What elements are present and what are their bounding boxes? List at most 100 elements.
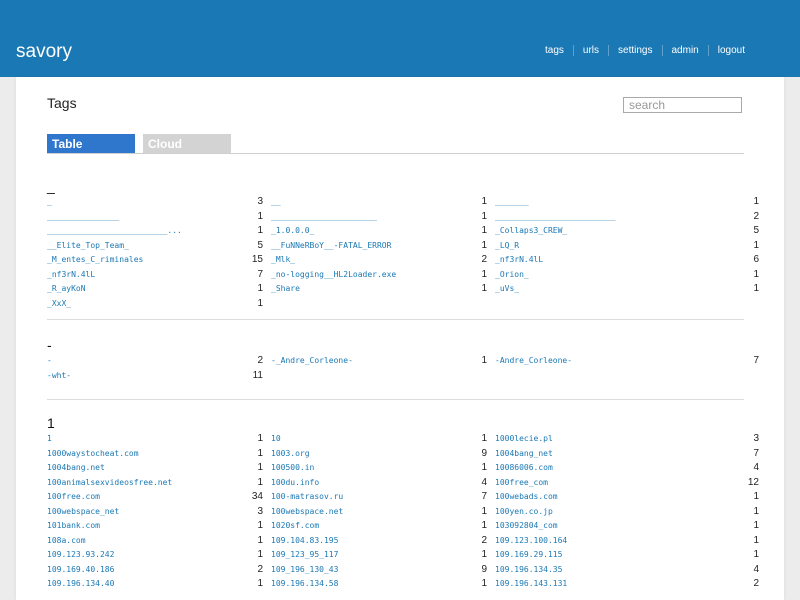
- tag-count: 1: [481, 578, 487, 589]
- tag-link[interactable]: 1004bang_net: [495, 447, 553, 462]
- tag-count: 1: [753, 196, 759, 207]
- tag-link[interactable]: _________________________...: [47, 224, 182, 239]
- tag-link[interactable]: 100webads.com: [495, 490, 558, 505]
- table-row: 109.196.134.40 1 109.196.134.58 1 109.196.14…: [47, 577, 759, 592]
- tag-link[interactable]: _Collaps3_CREW_: [495, 224, 567, 239]
- tag-link[interactable]: ______________________: [271, 210, 377, 225]
- table-row: 100animalsexvideosfree.net 1 100du.info 4 10…: [47, 476, 759, 491]
- tag-link[interactable]: __Elite_Top_Team_: [47, 239, 129, 254]
- tag-link[interactable]: __: [271, 195, 281, 210]
- tag-link[interactable]: _Mlk_: [271, 253, 295, 268]
- tag-link[interactable]: _LQ_R: [495, 239, 519, 254]
- tag-link[interactable]: _Share: [271, 282, 300, 297]
- tag-link[interactable]: -: [47, 354, 52, 369]
- tag-link[interactable]: _XxX_: [47, 297, 71, 312]
- tag-link[interactable]: 109.196.134.35: [495, 563, 562, 578]
- tag-link[interactable]: -Andre_Corleone-: [495, 354, 572, 369]
- tag-link[interactable]: 103092804_com: [495, 519, 558, 534]
- tag-link[interactable]: _1.0.0.0_: [271, 224, 314, 239]
- tag-link[interactable]: _Orion_: [495, 268, 529, 283]
- tag-link[interactable]: 100du.info: [271, 476, 319, 491]
- tag-link[interactable]: -wht-: [47, 369, 71, 384]
- tag-count: 1: [257, 534, 263, 546]
- tag-count: 7: [753, 447, 759, 459]
- tag-link[interactable]: _________________________: [495, 210, 615, 225]
- table-row: -wht- 11: [47, 369, 744, 384]
- tag-count: 5: [753, 225, 759, 236]
- tag-link[interactable]: 10086006.com: [495, 461, 553, 476]
- table-row: _ 3 __ 1 _______ 1: [47, 195, 759, 210]
- tag-link[interactable]: 100webspace.net: [271, 505, 343, 520]
- main-nav: tags urls settings admin logout: [536, 45, 754, 56]
- tag-link[interactable]: 1004bang.net: [47, 461, 105, 476]
- tag-link[interactable]: 100-matrasov.ru: [271, 490, 343, 505]
- nav-logout[interactable]: logout: [707, 45, 754, 56]
- brand-logo[interactable]: savory: [16, 41, 72, 63]
- tag-link[interactable]: 109.169.40.186: [47, 563, 114, 578]
- tag-group: _ _ 3 __ 1 _______ 1 _______________ 1 __________…: [47, 177, 759, 312]
- tabs-divider: [47, 153, 744, 154]
- tag-count: 2: [481, 254, 487, 265]
- tag-link[interactable]: 1000waystocheat.com: [47, 447, 139, 462]
- tag-count: 1: [481, 283, 487, 294]
- tag-link[interactable]: 108a.com: [47, 534, 86, 549]
- tag-link[interactable]: 109.169.29.115: [495, 548, 562, 563]
- search-input[interactable]: [623, 97, 742, 113]
- tag-link[interactable]: _no-logging__HL2Loader.exe: [271, 268, 396, 283]
- tab-table[interactable]: Table: [47, 134, 135, 153]
- tag-link[interactable]: _R_ayKoN: [47, 282, 86, 297]
- tag-link[interactable]: _uVs_: [495, 282, 519, 297]
- tag-link[interactable]: __FuNNeRBoY__-FATAL_ERROR: [271, 239, 391, 254]
- table-row: _______________ 1 ______________________ 1 _…: [47, 210, 759, 225]
- nav-settings[interactable]: settings: [608, 45, 661, 56]
- tag-link[interactable]: 109.123.100.164: [495, 534, 567, 549]
- tag-link[interactable]: 109.104.83.195: [271, 534, 338, 549]
- group-heading: 1: [47, 415, 55, 431]
- tag-link[interactable]: 100yen.co.jp: [495, 505, 553, 520]
- tag-link[interactable]: _nf3rN.4lL: [495, 253, 543, 268]
- tag-count: 1: [257, 297, 263, 309]
- tag-count: 1: [753, 520, 759, 531]
- tag-link[interactable]: 100free.com: [47, 490, 100, 505]
- tag-link[interactable]: 100animalsexvideosfree.net: [47, 476, 172, 491]
- tag-count: 3: [257, 505, 263, 517]
- tag-link[interactable]: 109.196.134.40: [47, 577, 114, 592]
- tag-link[interactable]: 1000lecie.pl: [495, 432, 553, 447]
- tag-link[interactable]: 100500.in: [271, 461, 314, 476]
- nav-urls[interactable]: urls: [572, 45, 608, 56]
- tag-grid: - 2 -_Andre_Corleone- 1 -Andre_Corleone- 7 -wh…: [47, 354, 759, 384]
- tag-link[interactable]: 1020sf.com: [271, 519, 319, 534]
- tag-link[interactable]: _M_entes_C_riminales: [47, 253, 143, 268]
- tag-link[interactable]: 109.196.143.131: [495, 577, 567, 592]
- tag-count: 1: [753, 505, 759, 517]
- tag-count: 34: [251, 491, 263, 502]
- tag-link[interactable]: 109.196.134.58: [271, 577, 338, 592]
- nav-admin[interactable]: admin: [661, 45, 708, 56]
- tag-link[interactable]: _: [47, 195, 52, 210]
- tag-link[interactable]: 1003.org: [271, 447, 310, 462]
- tag-link[interactable]: 1: [47, 432, 52, 447]
- nav-tags[interactable]: tags: [536, 45, 573, 56]
- tag-count: 7: [257, 268, 263, 280]
- table-row: _nf3rN.4lL 7 _no-logging__HL2Loader.exe 1 _O…: [47, 268, 759, 283]
- table-row: _XxX_ 1: [47, 297, 744, 312]
- group-heading: _: [47, 178, 55, 194]
- tag-count: 1: [257, 433, 263, 444]
- tag-link[interactable]: 109.123.93.242: [47, 548, 114, 563]
- table-row: 1 1 10 1 1000lecie.pl 3: [47, 432, 759, 447]
- tag-link[interactable]: 100webspace_net: [47, 505, 119, 520]
- tag-link[interactable]: 101bank.com: [47, 519, 100, 534]
- tag-link[interactable]: 109_196_130_43: [271, 563, 338, 578]
- tag-link[interactable]: 10: [271, 432, 281, 447]
- tag-link[interactable]: 109_123_95_117: [271, 548, 338, 563]
- content-panel: Tags Table Cloud __3__1_______1_________…: [16, 77, 784, 600]
- tag-count: 1: [753, 268, 759, 280]
- tab-cloud[interactable]: Cloud: [143, 134, 231, 153]
- tag-link[interactable]: _______: [495, 195, 529, 210]
- tag-link[interactable]: _______________: [47, 210, 119, 225]
- tag-count: 1: [753, 534, 759, 546]
- tag-link[interactable]: 100free_com: [495, 476, 548, 491]
- tag-link[interactable]: -_Andre_Corleone-: [271, 354, 353, 369]
- table-row: 109.123.93.242 1 109_123_95_117 1 109.169.29…: [47, 548, 759, 563]
- tag-link[interactable]: _nf3rN.4lL: [47, 268, 95, 283]
